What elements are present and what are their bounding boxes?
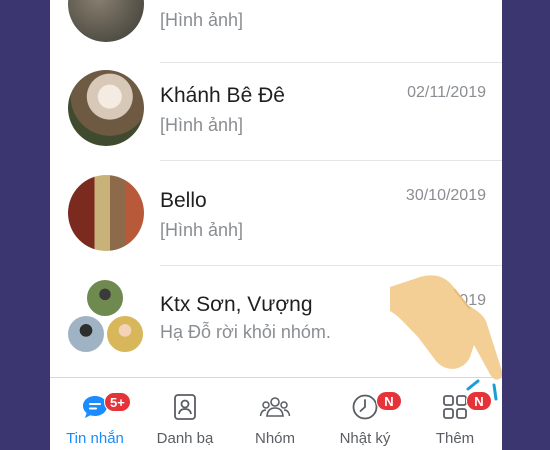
avatar	[68, 0, 144, 42]
pointing-hand-icon	[390, 275, 502, 401]
tab-label: Danh bạ	[156, 430, 214, 447]
message-preview: [Hình ảnh]	[160, 115, 244, 135]
notification-badge: 5+	[104, 392, 131, 412]
conversation-row[interactable]: Khánh Bê Đê 02/11/2019 [Hình ảnh]	[50, 56, 502, 161]
group-avatar	[85, 278, 125, 318]
tab-label: Thêm	[435, 430, 475, 447]
avatar	[68, 70, 144, 146]
group-name: Ktx Sơn, Vượng	[160, 293, 313, 316]
message-date: 02/11/2019	[407, 84, 486, 101]
message-preview: [Hình ảnh]	[160, 10, 244, 30]
tab-label: Nhật ký	[339, 430, 391, 447]
contact-name: Bello	[160, 189, 207, 212]
tab-label: Nhóm	[254, 430, 295, 447]
message-preview: Hạ Đỗ rời khỏi nhóm.	[160, 322, 331, 342]
conversation-row[interactable]: Bello 30/10/2019 [Hình ảnh]	[50, 161, 502, 266]
group-avatar	[66, 314, 106, 354]
tab-label: Tin nhắn	[66, 430, 124, 447]
tab-messages[interactable]: 5+ Tin nhắn	[50, 378, 140, 450]
group-icon	[259, 397, 291, 417]
zalo-chat-list-screen: [Hình ảnh] Khánh Bê Đê 02/11/2019 [Hình …	[50, 0, 502, 450]
contacts-icon	[174, 394, 196, 420]
group-avatar	[105, 314, 145, 354]
tab-contacts[interactable]: Danh bạ	[140, 378, 230, 450]
message-preview: [Hình ảnh]	[160, 220, 244, 240]
contact-name: Khánh Bê Đê	[160, 84, 285, 107]
tab-groups[interactable]: Nhóm	[230, 378, 320, 450]
conversation-row[interactable]: [Hình ảnh]	[50, 0, 502, 63]
clock-icon	[352, 394, 378, 420]
avatar	[68, 175, 144, 251]
message-date: 30/10/2019	[405, 187, 486, 204]
